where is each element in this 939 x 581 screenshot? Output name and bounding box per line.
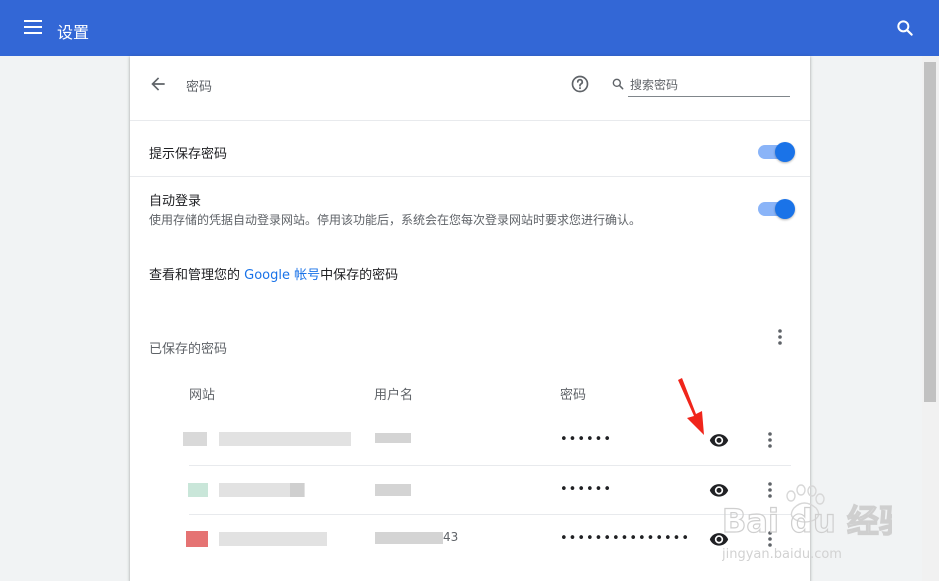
username-blurred (375, 433, 411, 443)
password-row: •••••• (130, 465, 810, 515)
more-vert-icon[interactable] (762, 529, 778, 549)
search-field-icon (612, 78, 624, 90)
more-vert-icon[interactable] (772, 327, 788, 347)
auto-signin-description: 使用存储的凭据自动登录网站。停用该功能后，系统会在您每次登录网站时要求您进行确认… (149, 213, 642, 227)
offer-to-save-label: 提示保存密码 (149, 147, 228, 162)
auto-signin-toggle[interactable] (758, 199, 795, 219)
auto-signin-label: 自动登录 (149, 194, 202, 209)
app-title: 设置 (57, 23, 90, 42)
top-app-bar: 设置 (0, 0, 939, 56)
masked-password: •••••• (560, 482, 613, 497)
header-divider (130, 120, 810, 121)
passwords-card: 密码 提示保存密码 自动登录 使用存储的凭据自动登录网站。停用该功能后，系统会在… (130, 56, 810, 581)
saved-passwords-title: 已保存的密码 (149, 342, 228, 357)
toggle-knob (775, 142, 795, 162)
search-passwords-input[interactable] (628, 73, 790, 97)
column-header-password: 密码 (560, 388, 587, 403)
menu-icon[interactable] (24, 20, 42, 34)
site-name-blurred (219, 432, 351, 446)
page-scrollbar[interactable] (922, 56, 939, 581)
more-vert-icon[interactable] (762, 430, 778, 450)
username-suffix: 43 (443, 530, 459, 544)
eye-icon[interactable] (709, 430, 729, 450)
annotation-arrow (678, 378, 704, 435)
help-icon[interactable] (570, 74, 590, 94)
toggle-knob (775, 199, 795, 219)
site-favicon-blurred (188, 483, 208, 497)
scrollbar-thumb[interactable] (924, 62, 936, 402)
masked-password: •••••• (560, 432, 613, 447)
site-favicon-blurred (183, 432, 207, 446)
manage-suffix: 中保存的密码 (320, 268, 399, 283)
eye-icon[interactable] (709, 480, 729, 500)
site-name-blurred (290, 483, 304, 497)
site-favicon-blurred (186, 531, 208, 547)
username-blurred (375, 532, 443, 544)
row-divider (130, 176, 810, 177)
more-vert-icon[interactable] (762, 480, 778, 500)
username-blurred (375, 484, 411, 496)
google-account-link[interactable]: Google 帐号 (244, 268, 320, 283)
manage-account-text: 查看和管理您的 Google 帐号中保存的密码 (149, 264, 398, 283)
offer-to-save-toggle[interactable] (758, 142, 795, 162)
masked-password: ••••••••••••••• (560, 531, 691, 546)
password-row: 43 ••••••••••••••• (130, 514, 810, 564)
manage-prefix: 查看和管理您的 (149, 268, 245, 283)
search-icon[interactable] (895, 18, 915, 38)
column-header-site: 网站 (189, 388, 216, 403)
site-name-blurred (219, 532, 327, 546)
back-arrow-icon[interactable] (148, 74, 168, 94)
page-title: 密码 (186, 80, 213, 95)
column-header-username: 用户名 (374, 388, 414, 403)
eye-icon[interactable] (709, 529, 729, 549)
